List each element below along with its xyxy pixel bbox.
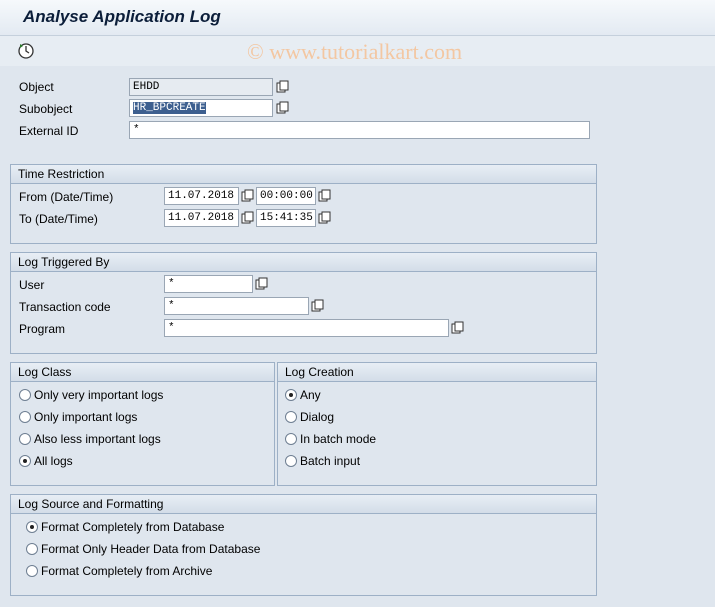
date-picker-icon[interactable] [241, 189, 255, 203]
group-header: Time Restriction [11, 165, 596, 184]
subobject-label: Subobject [19, 102, 73, 116]
group-title: Log Source and Formatting [18, 497, 164, 511]
external-id-field[interactable]: * [129, 121, 590, 139]
transaction-code-field[interactable]: * [164, 297, 309, 315]
radio-in-batch-mode[interactable] [285, 433, 297, 445]
user-field[interactable]: * [164, 275, 253, 293]
transaction-code-label: Transaction code [19, 300, 111, 314]
radio-format-completely-from-database[interactable] [26, 521, 38, 533]
watermark: © www.tutorialkart.com [247, 39, 463, 64]
group-header: Log Class [11, 363, 274, 382]
multiple-selection-icon[interactable] [276, 101, 290, 115]
radio-only-very-important-logs[interactable] [19, 389, 31, 401]
group-title: Log Triggered By [18, 255, 110, 269]
to-time-field[interactable]: 15:41:35 [256, 209, 316, 227]
subobject-value: HR_BPCREATE [133, 102, 206, 114]
radio-label: Format Completely from Database [41, 520, 225, 534]
group-header: Log Creation [278, 363, 596, 382]
external-id-label: External ID [19, 124, 79, 138]
program-label: Program [19, 322, 66, 336]
object-field[interactable]: EHDD [129, 78, 273, 96]
radio-any[interactable] [285, 389, 297, 401]
user-label: User [19, 278, 45, 292]
radio-label: Only very important logs [34, 388, 164, 402]
multiple-selection-icon[interactable] [451, 321, 465, 335]
to-date-field[interactable]: 11.07.2018 [164, 209, 239, 227]
execute-clock-icon[interactable] [17, 42, 35, 60]
group-header: Log Triggered By [11, 253, 596, 272]
to-label: To (Date/Time) [19, 212, 98, 226]
group-title: Time Restriction [18, 167, 105, 181]
radio-label: Format Only Header Data from Database [41, 542, 261, 556]
date-picker-icon[interactable] [241, 211, 255, 225]
multiple-selection-icon[interactable] [276, 80, 290, 94]
from-date-field[interactable]: 11.07.2018 [164, 187, 239, 205]
from-label: From (Date/Time) [19, 190, 114, 204]
page-title: Analyse Application Log [23, 7, 221, 26]
radio-label: All logs [34, 454, 73, 468]
time-picker-icon[interactable] [318, 189, 332, 203]
title-bar: Analyse Application Log [0, 0, 715, 36]
radio-label: Also less important logs [34, 432, 161, 446]
radio-label: In batch mode [300, 432, 377, 446]
radio-label: Dialog [300, 410, 335, 424]
program-field[interactable]: * [164, 319, 449, 337]
radio-label: Only important logs [34, 410, 138, 424]
radio-dialog[interactable] [285, 411, 297, 423]
multiple-selection-icon[interactable] [255, 277, 269, 291]
radio-format-completely-from-archive[interactable] [26, 565, 38, 577]
radio-all-logs[interactable] [19, 455, 31, 467]
radio-label: Any [300, 388, 321, 402]
radio-format-only-header-data[interactable] [26, 543, 38, 555]
group-title: Log Class [18, 365, 72, 379]
radio-label: Format Completely from Archive [41, 564, 213, 578]
object-label: Object [19, 80, 54, 94]
time-picker-icon[interactable] [318, 211, 332, 225]
radio-only-important-logs[interactable] [19, 411, 31, 423]
group-header: Log Source and Formatting [11, 495, 596, 514]
group-title: Log Creation [285, 365, 354, 379]
subobject-field[interactable]: HR_BPCREATE [129, 99, 273, 117]
radio-batch-input[interactable] [285, 455, 297, 467]
radio-also-less-important-logs[interactable] [19, 433, 31, 445]
multiple-selection-icon[interactable] [311, 299, 325, 313]
from-time-field[interactable]: 00:00:00 [256, 187, 316, 205]
radio-label: Batch input [300, 454, 361, 468]
